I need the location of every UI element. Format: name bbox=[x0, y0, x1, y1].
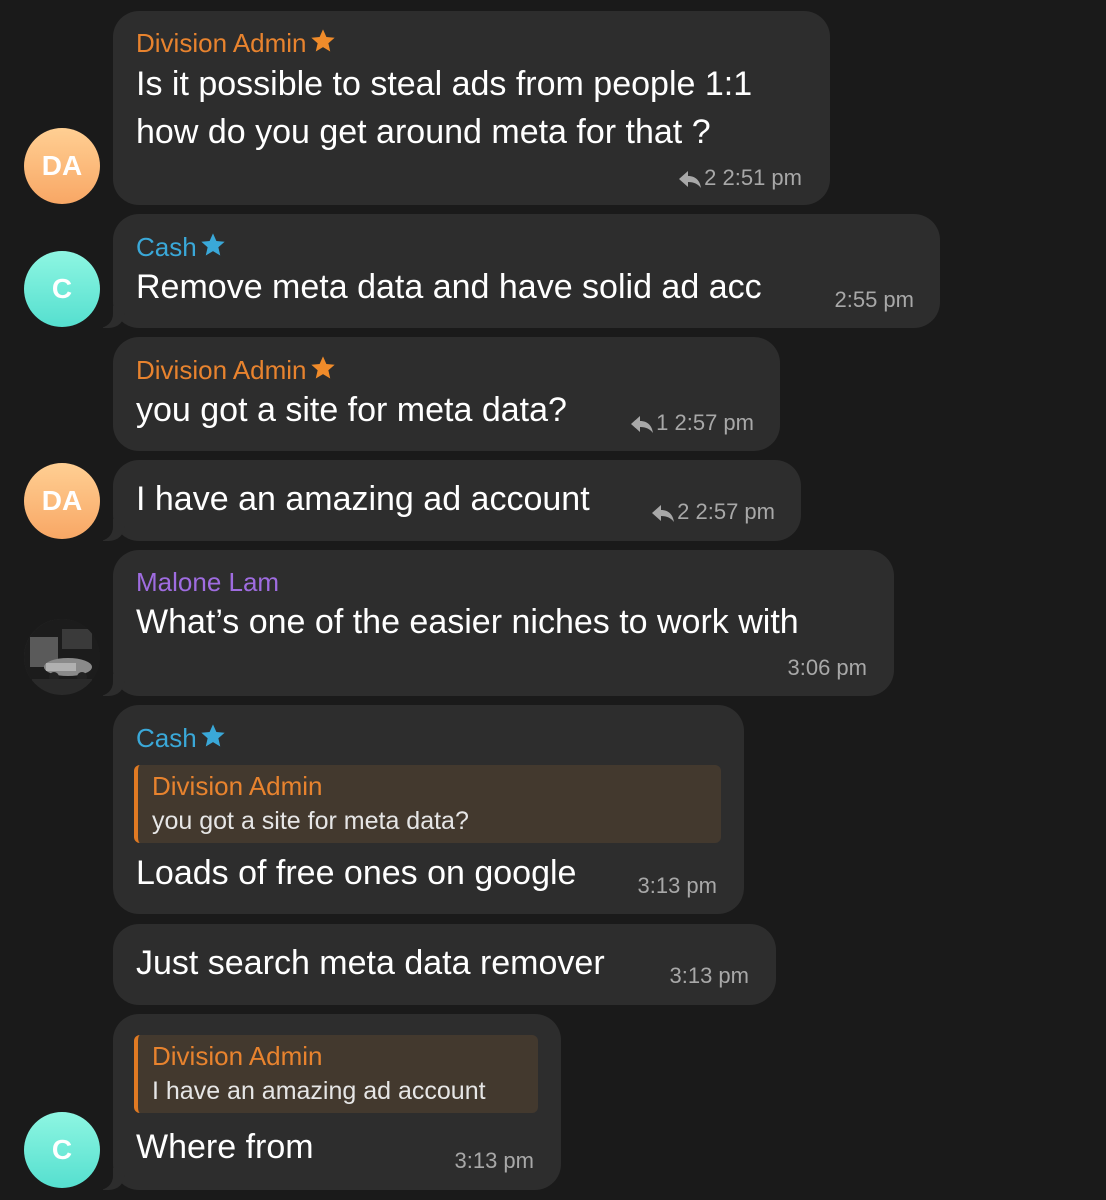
quoted-message[interactable]: Division Admin you got a site for meta d… bbox=[134, 765, 721, 843]
timestamp: 2:57 pm bbox=[674, 410, 755, 435]
timestamp: 3:13 pm bbox=[637, 873, 718, 898]
reply-count[interactable]: 2 bbox=[704, 165, 716, 190]
star-icon bbox=[309, 27, 337, 61]
timestamp: 3:06 pm bbox=[787, 655, 868, 680]
quoted-sender: Division Admin bbox=[152, 1041, 323, 1071]
sender-name[interactable]: Malone Lam bbox=[136, 567, 279, 597]
timestamp: 2:55 pm bbox=[834, 287, 915, 312]
message-line: Is it possible to steal ads from people … bbox=[136, 65, 753, 103]
avatar[interactable]: DA bbox=[24, 463, 100, 539]
message-bubble[interactable]: I have an amazing ad account 2 2:57 pm bbox=[95, 460, 801, 541]
quoted-sender: Division Admin bbox=[152, 771, 323, 801]
message-bubble[interactable]: Cash Division Admin you got a site for m… bbox=[113, 705, 744, 914]
avatar[interactable]: DA bbox=[24, 128, 100, 204]
message-text: I have an amazing ad account bbox=[136, 480, 590, 518]
avatar-initials: DA bbox=[41, 485, 83, 516]
reply-count[interactable]: 1 bbox=[656, 410, 668, 435]
sender-name[interactable]: Division Admin bbox=[136, 27, 337, 61]
message-bubble[interactable]: Division Admin I have an amazing ad acco… bbox=[95, 1014, 561, 1190]
star-icon bbox=[309, 354, 337, 388]
sender-label: Cash bbox=[136, 232, 197, 262]
sender-name[interactable]: Cash bbox=[136, 722, 227, 756]
reply-count[interactable]: 2 bbox=[677, 499, 689, 524]
reply-icon[interactable] bbox=[678, 165, 704, 190]
message-bubble[interactable]: Malone Lam What’s one of the easier nich… bbox=[95, 550, 894, 696]
chat-thread: Division Admin Is it possible to steal a… bbox=[0, 0, 1106, 1200]
message-bubble[interactable]: Just search meta data remover 3:13 pm bbox=[113, 924, 776, 1005]
message-text: Is it possible to steal ads from people … bbox=[136, 60, 752, 156]
message-line: how do you get around meta for that ? bbox=[136, 113, 711, 151]
star-icon bbox=[199, 722, 227, 756]
avatar-initials: DA bbox=[41, 150, 83, 181]
message-text: Where from bbox=[136, 1128, 314, 1166]
message-bubble[interactable]: Cash Remove meta data and have solid ad … bbox=[95, 214, 940, 328]
sender-label: Division Admin bbox=[136, 28, 307, 58]
quoted-text: I have an amazing ad account bbox=[152, 1077, 486, 1105]
avatar-initials: C bbox=[51, 1134, 73, 1165]
message-meta: 2 2:57 pm bbox=[651, 499, 775, 525]
message-bubble[interactable]: Division Admin Is it possible to steal a… bbox=[113, 11, 830, 205]
avatar-photo[interactable] bbox=[24, 619, 100, 695]
sender-label: Division Admin bbox=[136, 355, 307, 385]
sender-label: Cash bbox=[136, 723, 197, 753]
timestamp: 3:13 pm bbox=[669, 963, 750, 988]
avatar-initials: C bbox=[51, 273, 73, 304]
sender-name[interactable]: Cash bbox=[136, 231, 227, 265]
timestamp: 2:57 pm bbox=[695, 499, 776, 524]
message-text: Remove meta data and have solid ad acc bbox=[136, 268, 762, 306]
profile-photo-icon bbox=[24, 619, 100, 695]
message-text: you got a site for meta data? bbox=[136, 391, 567, 429]
reply-icon[interactable] bbox=[630, 410, 656, 435]
message-text: Just search meta data remover bbox=[136, 944, 605, 982]
message-text: What’s one of the easier niches to work … bbox=[136, 603, 799, 641]
sender-name[interactable]: Division Admin bbox=[136, 354, 337, 388]
avatar[interactable]: C bbox=[24, 251, 100, 327]
timestamp: 2:51 pm bbox=[722, 165, 803, 190]
quoted-text: you got a site for meta data? bbox=[152, 807, 469, 835]
avatar[interactable]: C bbox=[24, 1112, 100, 1188]
reply-icon[interactable] bbox=[651, 499, 677, 524]
message-text: Loads of free ones on google bbox=[136, 854, 577, 892]
message-bubble[interactable]: Division Admin you got a site for meta d… bbox=[113, 337, 780, 451]
message-meta: 1 2:57 pm bbox=[630, 410, 754, 436]
star-icon bbox=[199, 231, 227, 265]
quoted-message[interactable]: Division Admin I have an amazing ad acco… bbox=[134, 1035, 538, 1113]
timestamp: 3:13 pm bbox=[454, 1148, 535, 1173]
message-meta: 2 2:51 pm bbox=[678, 165, 802, 191]
